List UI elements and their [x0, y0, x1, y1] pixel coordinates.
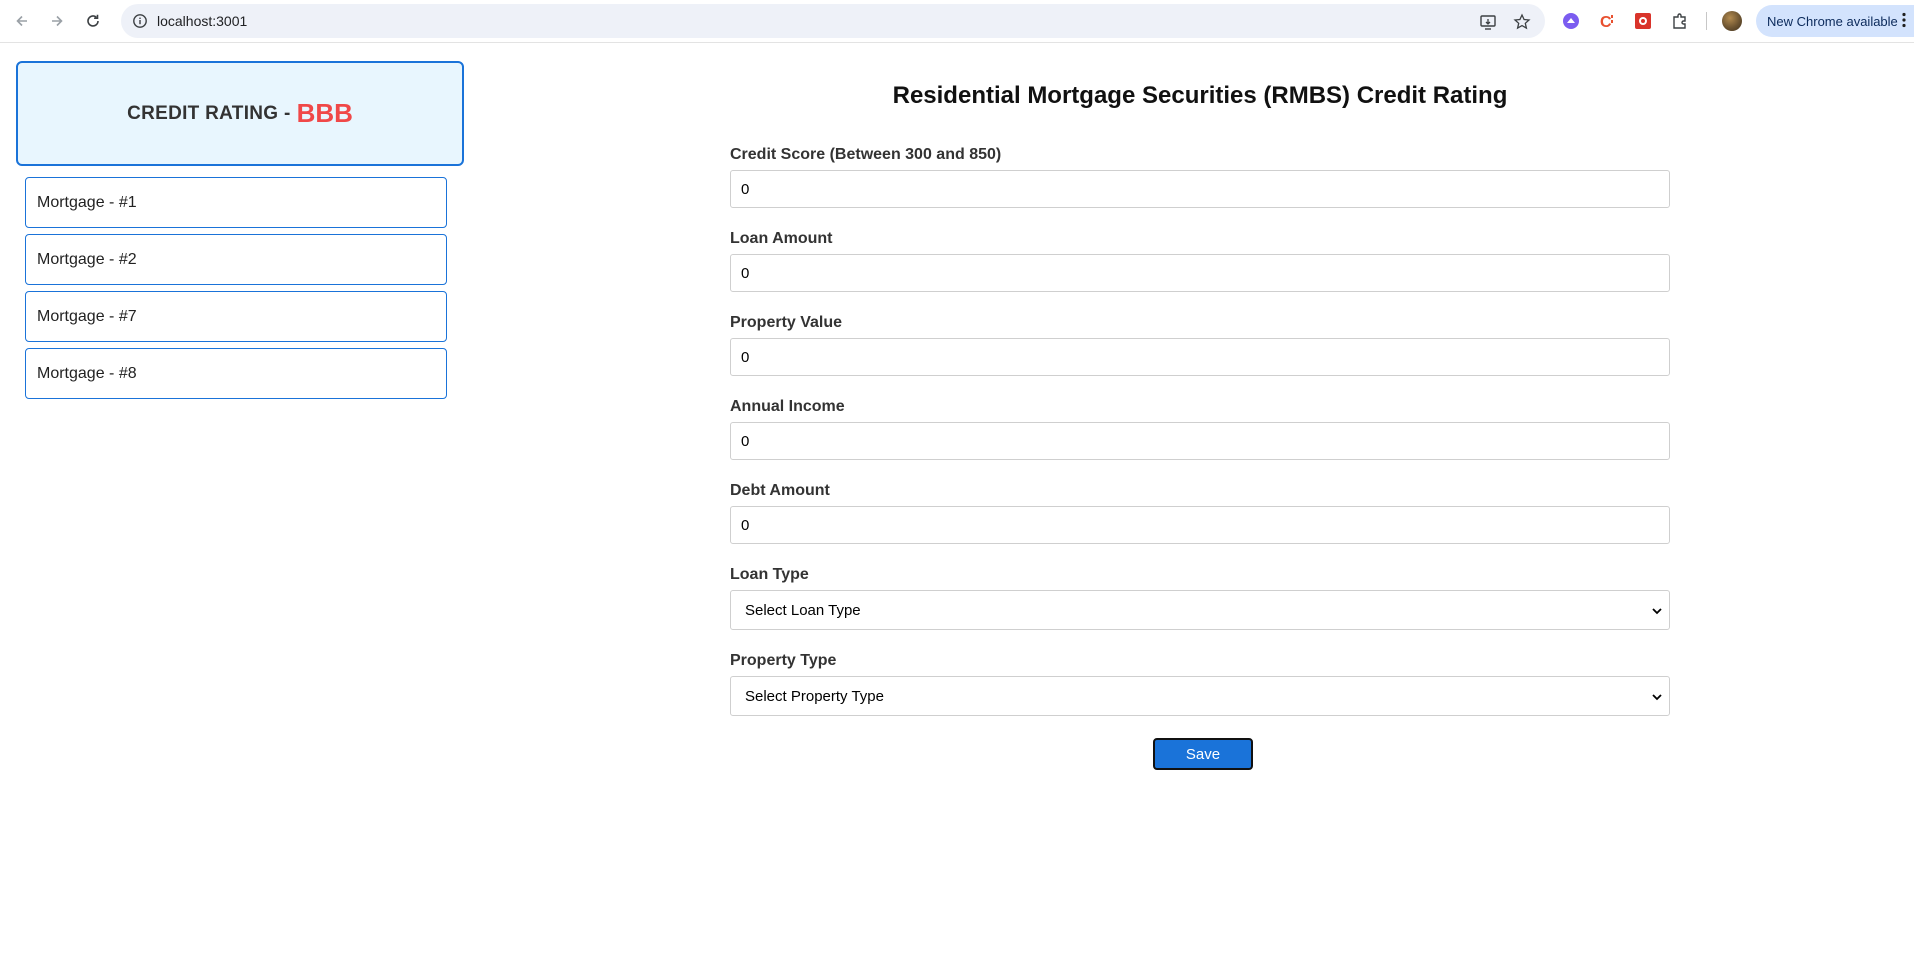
loan-type-field: Loan Type Select Loan Type: [730, 565, 1670, 630]
forward-icon[interactable]: [46, 10, 68, 32]
mortgage-item-8[interactable]: Mortgage - #8: [25, 348, 447, 399]
debt-amount-label: Debt Amount: [730, 482, 830, 499]
chrome-update-button[interactable]: New Chrome available: [1756, 5, 1914, 37]
back-icon[interactable]: [11, 10, 33, 32]
chevron-down-icon: [1651, 690, 1663, 702]
loan-amount-label: Loan Amount: [730, 230, 833, 247]
credit-rating-label: CREDIT RATING -: [127, 102, 291, 124]
page-title: Residential Mortgage Securities (RMBS) C…: [892, 82, 1508, 109]
loan-type-select[interactable]: Select Loan Type: [730, 590, 1670, 630]
address-bar[interactable]: localhost:3001: [121, 4, 1545, 38]
reload-icon[interactable]: [82, 10, 104, 32]
property-value-label: Property Value: [730, 314, 843, 331]
property-type-select[interactable]: Select Property Type: [730, 676, 1670, 716]
loan-amount-input[interactable]: 0: [730, 254, 1670, 292]
loan-amount-field: Loan Amount 0: [730, 229, 1670, 292]
extension-c-icon[interactable]: C: [1597, 11, 1617, 31]
loan-type-selected: Select Loan Type: [745, 601, 861, 619]
extensions-puzzle-icon[interactable]: [1670, 11, 1690, 31]
chevron-down-icon: [1651, 604, 1663, 616]
loan-type-label: Loan Type: [730, 566, 809, 583]
credit-rating-card: CREDIT RATING - BBB: [16, 61, 464, 166]
annual-income-field: Annual Income 0: [730, 397, 1670, 460]
annual-income-input[interactable]: 0: [730, 422, 1670, 460]
chrome-update-label: New Chrome available: [1767, 13, 1898, 29]
more-menu-icon[interactable]: [1902, 12, 1906, 28]
credit-score-label: Credit Score (Between 300 and 850): [730, 146, 1002, 163]
property-value-field: Property Value 0: [730, 313, 1670, 376]
url-text: localhost:3001: [157, 13, 248, 29]
property-value-input[interactable]: 0: [730, 338, 1670, 376]
credit-score-field: Credit Score (Between 300 and 850) 0: [730, 145, 1670, 208]
mortgage-item-2[interactable]: Mortgage - #2: [25, 234, 447, 285]
mortgage-list: Mortgage - #1 Mortgage - #2 Mortgage - #…: [25, 177, 447, 405]
credit-score-input[interactable]: 0: [730, 170, 1670, 208]
browser-toolbar: localhost:3001 C New Chrome available: [0, 0, 1914, 43]
debt-amount-field: Debt Amount 0: [730, 481, 1670, 544]
credit-rating-value: BBB: [296, 98, 353, 128]
property-type-field: Property Type Select Property Type: [730, 651, 1670, 716]
mortgage-item-7[interactable]: Mortgage - #7: [25, 291, 447, 342]
svg-text:C: C: [1600, 14, 1612, 31]
bookmark-star-icon[interactable]: [1513, 13, 1531, 31]
site-info-icon[interactable]: [132, 13, 148, 29]
extension-red-icon[interactable]: [1633, 11, 1653, 31]
profile-avatar[interactable]: [1722, 11, 1742, 31]
save-button[interactable]: Save: [1153, 738, 1253, 770]
property-type-selected: Select Property Type: [745, 687, 884, 705]
install-app-icon[interactable]: [1479, 13, 1497, 31]
extension-purple-icon[interactable]: [1561, 11, 1581, 31]
debt-amount-input[interactable]: 0: [730, 506, 1670, 544]
property-type-label: Property Type: [730, 652, 837, 669]
annual-income-label: Annual Income: [730, 398, 845, 415]
mortgage-item-1[interactable]: Mortgage - #1: [25, 177, 447, 228]
toolbar-divider: [1706, 12, 1707, 30]
